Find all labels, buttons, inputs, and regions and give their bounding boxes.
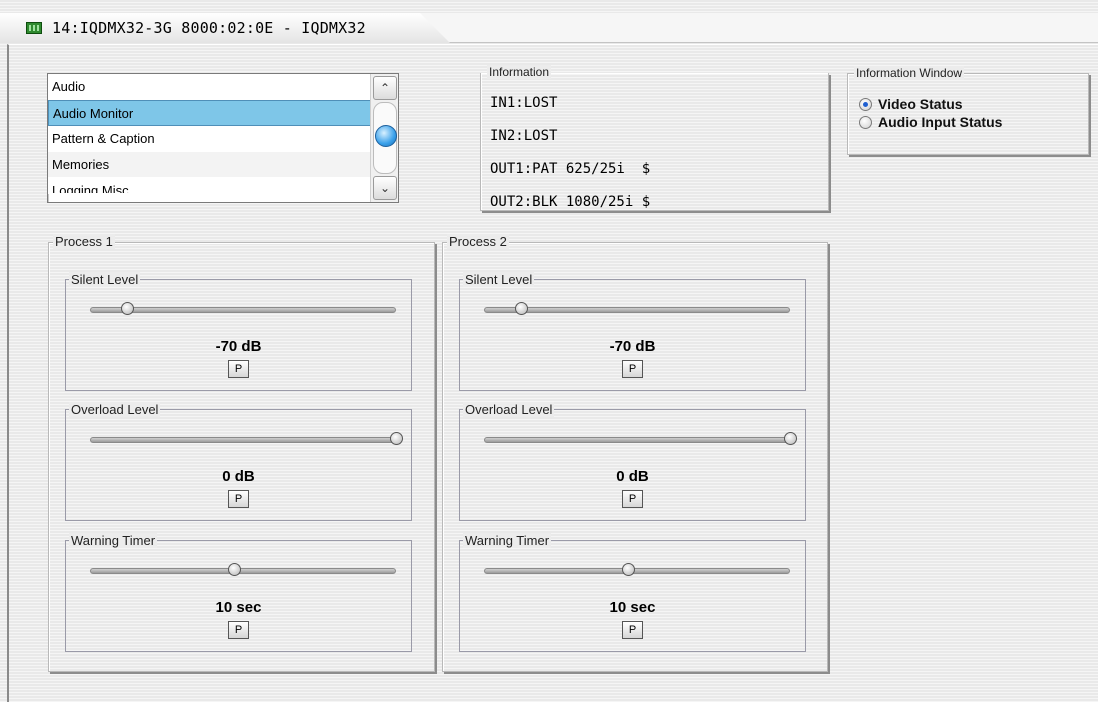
info-line-in1: IN1:LOST [490,95,558,111]
list-item-pattern-caption[interactable]: Pattern & Caption [48,126,371,152]
warning-timer-group: Warning Timer 10 sec P [459,533,806,652]
warning-timer-preset-button[interactable]: P [228,621,249,639]
radio-label-audio-input-status: Audio Input Status [878,114,1003,130]
overload-level-group: Overload Level 0 dB P [459,402,806,521]
silent-level-legend: Silent Level [463,272,535,287]
device-board-icon [26,22,42,34]
warning-timer-value: 10 sec [609,599,656,616]
silent-level-value: -70 dB [609,338,656,355]
silent-level-group: Silent Level -70 dB P [459,272,806,391]
overload-level-slider[interactable] [90,437,396,443]
menu-list-items: Audio Audio Monitor Pattern & Caption Me… [48,74,371,194]
list-scrollbar[interactable]: ⌃ ⌄ [370,74,398,202]
overload-level-group: Overload Level 0 dB P [65,402,412,521]
info-line-in2: IN2:LOST [490,128,558,144]
radio-button-checked[interactable] [859,97,872,111]
info-line-out1: OUT1:PAT 625/25i $ [490,161,651,177]
overload-level-slider[interactable] [484,437,790,443]
process-1-panel: Process 1 Silent Level -70 dB P Overload… [48,234,435,672]
process-1-legend: Process 1 [53,234,115,249]
silent-level-group: Silent Level -70 dB P [65,272,412,391]
window-title: 14:IQDMX32-3G 8000:02:0E - IQDMX32 [52,19,366,37]
warning-timer-value: 10 sec [215,599,262,616]
information-lines: IN1:LOST IN2:LOST OUT1:PAT 625/25i $ OUT… [490,87,650,219]
warning-timer-slider[interactable] [90,568,396,574]
silent-level-preset-button[interactable]: P [622,360,643,378]
list-item-audio-monitor[interactable]: Audio Monitor [48,100,371,126]
process-2-panel: Process 2 Silent Level -70 dB P Overload… [442,234,828,672]
radio-audio-input-status[interactable]: Audio Input Status [859,113,1002,131]
overload-level-slider-thumb[interactable] [784,432,797,445]
scroll-track[interactable] [373,102,397,174]
chevron-up-icon[interactable]: ⌃ [373,76,397,100]
radio-button-unchecked[interactable] [859,115,872,129]
warning-timer-slider-thumb[interactable] [621,563,635,576]
warning-timer-legend: Warning Timer [69,533,158,548]
information-legend: Information [487,65,552,79]
scroll-thumb[interactable] [375,125,397,147]
warning-timer-legend: Warning Timer [463,533,552,548]
overload-level-legend: Overload Level [463,402,555,417]
warning-timer-slider[interactable] [484,568,790,574]
list-item-audio[interactable]: Audio [48,74,371,100]
overload-level-preset-button[interactable]: P [622,490,643,508]
warning-timer-group: Warning Timer 10 sec P [65,533,412,652]
process-2-legend: Process 2 [447,234,509,249]
overload-level-slider-thumb[interactable] [390,432,403,445]
overload-level-legend: Overload Level [69,402,161,417]
radio-label-video-status: Video Status [878,96,963,112]
chevron-down-icon[interactable]: ⌄ [373,176,397,200]
silent-level-slider-thumb[interactable] [120,302,134,315]
silent-level-preset-button[interactable]: P [228,360,249,378]
warning-timer-slider-thumb[interactable] [227,563,241,576]
list-item-logging-misc[interactable]: Logging Misc [48,178,371,194]
overload-level-preset-button[interactable]: P [228,490,249,508]
overload-level-value: 0 dB [616,468,649,485]
silent-level-legend: Silent Level [69,272,141,287]
list-item-memories[interactable]: Memories [48,152,371,178]
menu-listbox[interactable]: Audio Audio Monitor Pattern & Caption Me… [47,73,399,203]
silent-level-value: -70 dB [215,338,262,355]
information-window-panel: Information Window Video Status Audio In… [847,66,1089,155]
overload-level-value: 0 dB [222,468,255,485]
info-line-out2: OUT2:BLK 1080/25i $ [490,194,651,210]
window-title-bar: 14:IQDMX32-3G 8000:02:0E - IQDMX32 [0,13,1098,43]
information-panel: Information IN1:LOST IN2:LOST OUT1:PAT 6… [480,65,829,211]
warning-timer-preset-button[interactable]: P [622,621,643,639]
silent-level-slider[interactable] [484,307,790,313]
silent-level-slider-thumb[interactable] [514,302,528,315]
silent-level-slider[interactable] [90,307,396,313]
information-window-legend: Information Window [854,66,965,80]
radio-video-status[interactable]: Video Status [859,95,963,113]
